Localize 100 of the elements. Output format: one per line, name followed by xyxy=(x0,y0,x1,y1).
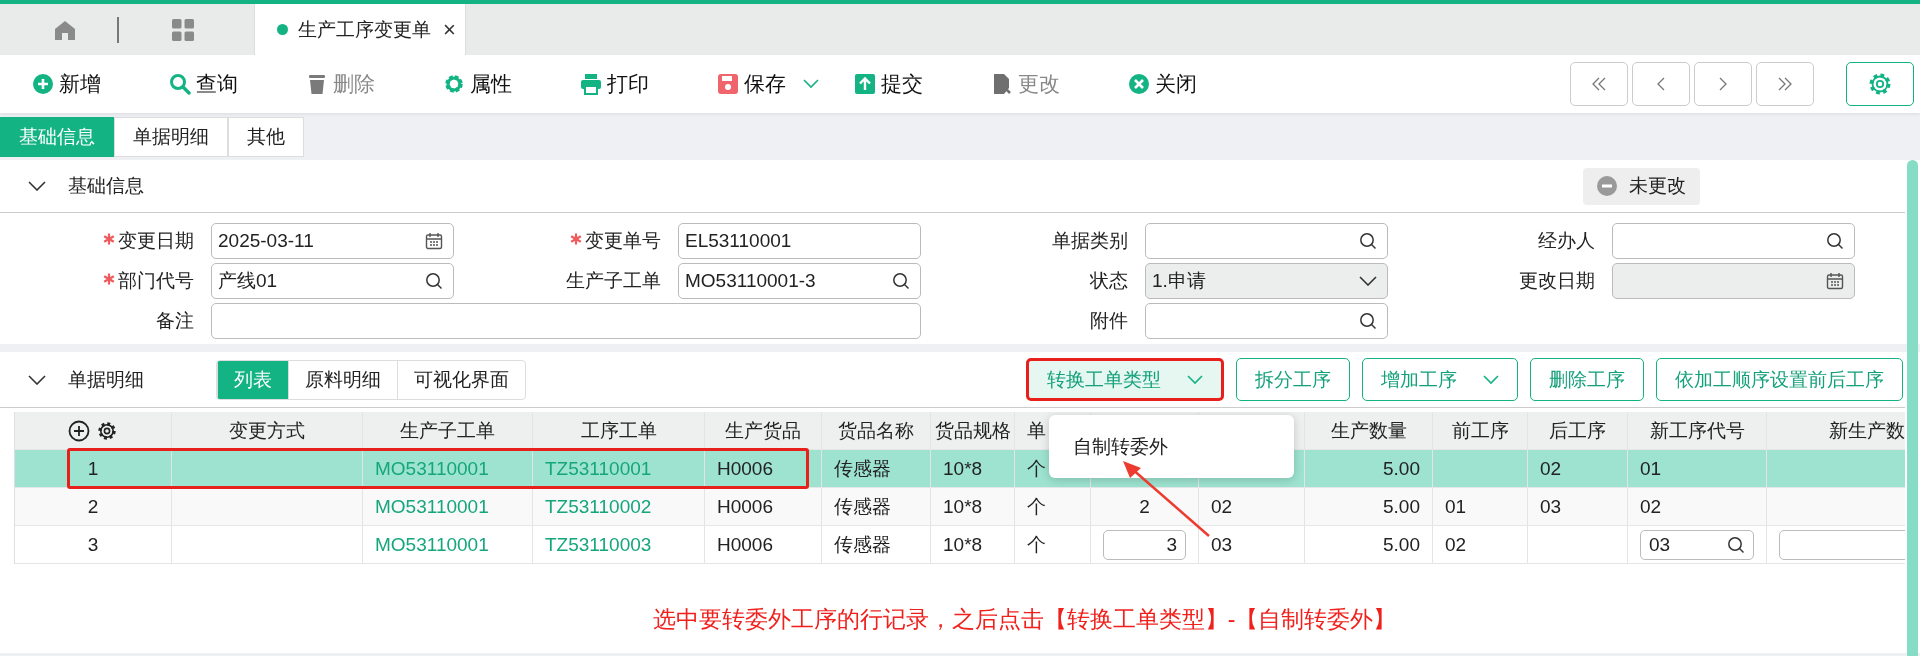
search-icon xyxy=(1826,232,1844,250)
instruction-note: 选中要转委外工序的行记录，之后点击【转换工单类型】-【自制转委外】 xyxy=(651,605,1398,634)
form-tab[interactable]: 其他 xyxy=(228,117,304,157)
column-header: 工序工单 xyxy=(533,412,705,449)
toolbar-button[interactable]: 查询 xyxy=(157,64,294,104)
input-field[interactable]: EL53110001 xyxy=(678,223,921,259)
field-label: 变更日期 xyxy=(14,228,194,254)
save-icon xyxy=(717,73,739,95)
page-tab[interactable]: 生产工序变更单 × xyxy=(254,4,466,55)
chevron-icon[interactable] xyxy=(28,374,46,385)
grid-icon[interactable] xyxy=(171,17,195,42)
search-icon xyxy=(1727,535,1745,554)
calendar-icon xyxy=(425,232,443,250)
chevron-icon xyxy=(1359,276,1377,286)
view-tab[interactable]: 原料明细 xyxy=(288,360,397,399)
toolbar-button[interactable]: 提交 xyxy=(842,64,979,104)
table-cell: 01 xyxy=(1445,495,1467,518)
lookup-field[interactable] xyxy=(1145,223,1388,259)
section-title: 单据明细 xyxy=(68,367,144,392)
table-cell: 10*8 xyxy=(943,457,983,480)
next-button[interactable] xyxy=(1694,62,1752,106)
field-label: 单据类别 xyxy=(1051,229,1128,253)
field-label: 附件 xyxy=(1089,309,1128,333)
lookup-field[interactable]: 产线01 xyxy=(211,263,454,299)
first-page-button[interactable] xyxy=(1570,62,1628,106)
table-cell: 1 xyxy=(87,457,99,480)
add-icon[interactable] xyxy=(68,419,90,442)
cell-input[interactable] xyxy=(1779,529,1905,560)
cell-input[interactable]: 3 xyxy=(1103,529,1186,560)
status-dot xyxy=(277,24,288,35)
right-icon xyxy=(1718,76,1728,92)
table-cell: 10*8 xyxy=(943,495,983,518)
field-label: 更改日期 xyxy=(1518,269,1595,293)
add-icon xyxy=(32,73,54,95)
table-cell: 03 xyxy=(1211,533,1233,556)
table-cell: H0006 xyxy=(717,533,773,556)
table-cell: 02 xyxy=(1640,495,1662,518)
status-badge: 未更改 xyxy=(1583,167,1700,205)
toolbar-button[interactable]: 属性 xyxy=(431,64,568,104)
gear-icon xyxy=(443,73,465,95)
table-cell: 5.00 xyxy=(1383,457,1420,480)
column-header: 货品名称 xyxy=(822,412,931,449)
printer-icon xyxy=(580,73,602,95)
search-icon xyxy=(1359,232,1377,250)
field-label: 生产子工单 xyxy=(565,269,661,293)
table-cell: 2 xyxy=(87,495,99,518)
chevron-icon[interactable] xyxy=(28,181,46,191)
table-cell: 10*8 xyxy=(943,533,983,556)
column-header: 货品规格 xyxy=(931,412,1015,449)
table-cell: 02 xyxy=(1445,533,1467,556)
toolbar-button[interactable]: 新增 xyxy=(20,64,157,104)
input-field[interactable] xyxy=(211,303,921,339)
table-cell: H0006 xyxy=(717,457,773,480)
settings-icon[interactable] xyxy=(96,419,118,442)
table-cell-text: 传感器 xyxy=(834,532,891,557)
home-icon[interactable] xyxy=(54,18,76,41)
column-header: 前工序 xyxy=(1433,412,1528,449)
form-tab[interactable]: 单据明细 xyxy=(114,117,228,157)
lookup-field[interactable] xyxy=(1612,223,1855,259)
search-icon xyxy=(892,272,910,290)
table-cell: 02 xyxy=(1540,457,1562,480)
cell-lookup[interactable]: 03 xyxy=(1640,529,1754,560)
upload-icon xyxy=(854,73,876,95)
column-header: 变更方式 xyxy=(172,412,363,449)
lookup-field[interactable]: MO53110001-3 xyxy=(678,263,921,299)
field-label: 备注 xyxy=(155,309,194,333)
table-cell-text: 个 xyxy=(1027,456,1046,481)
previous-button[interactable] xyxy=(1632,62,1690,106)
table-cell: 02 xyxy=(1211,495,1233,518)
table-row[interactable]: 3 MO53110001 TZ53110003 H0006 传感器 10*8 个 3 03 5.00 02 03 xyxy=(15,526,1905,564)
table-cell-text: 传感器 xyxy=(834,456,891,481)
column-header: 生产子工单 xyxy=(363,412,533,449)
date-field[interactable]: 2025-03-11 xyxy=(211,223,454,259)
scrollbar[interactable] xyxy=(1907,160,1918,656)
column-header: 生产数量 xyxy=(1305,412,1433,449)
field-label: 变更单号 xyxy=(481,228,661,254)
table-cell-text: 个 xyxy=(1027,494,1046,519)
table-cell: 2 xyxy=(1139,495,1150,518)
table-cell: H0006 xyxy=(717,495,773,518)
section-title: 基础信息 xyxy=(68,174,144,198)
required-asterisk-icon xyxy=(570,233,582,245)
search-icon xyxy=(425,272,443,290)
last-page-button[interactable] xyxy=(1756,62,1814,106)
settings-button[interactable] xyxy=(1846,62,1914,106)
required-asterisk-icon xyxy=(103,233,115,245)
left-icon xyxy=(1656,76,1666,92)
table-cell-text: 传感器 xyxy=(834,494,891,519)
double-right-icon xyxy=(1777,76,1793,92)
minus-circle-icon xyxy=(1597,176,1617,196)
trash-icon xyxy=(306,73,328,95)
close-tab-button[interactable]: × xyxy=(443,16,456,43)
table-cell: 01 xyxy=(1640,457,1662,480)
lookup-field[interactable] xyxy=(1145,303,1388,339)
toolbar-button[interactable]: 打印 xyxy=(568,64,705,104)
calendar-icon xyxy=(1826,272,1844,290)
toolbar-button[interactable]: 保存 xyxy=(705,64,842,104)
view-tab[interactable]: 可视化界面 xyxy=(397,360,525,399)
close-icon xyxy=(1128,73,1150,95)
select-field[interactable]: 1.申请 xyxy=(1145,263,1388,299)
toolbar-button[interactable]: 关闭 xyxy=(1116,64,1253,104)
